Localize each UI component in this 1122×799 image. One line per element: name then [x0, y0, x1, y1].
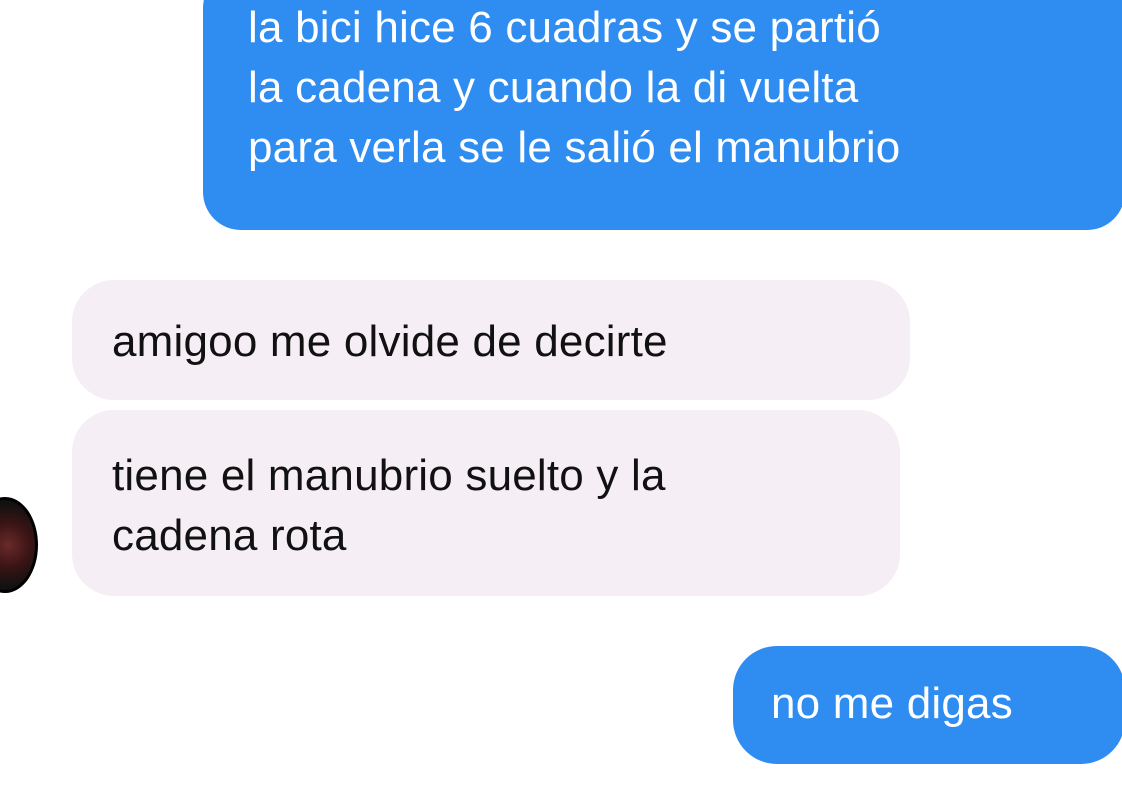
- outgoing-message-bubble[interactable]: la bici hice 6 cuadras y se partió la ca…: [203, 0, 1122, 230]
- message-thread: la bici hice 6 cuadras y se partió la ca…: [0, 0, 1122, 799]
- incoming-message-bubble[interactable]: amigoo me olvide de decirte: [72, 280, 910, 400]
- outgoing-message-bubble[interactable]: no me digas: [733, 646, 1122, 764]
- incoming-message-bubble[interactable]: tiene el manubrio suelto y la cadena rot…: [72, 410, 900, 596]
- contact-avatar[interactable]: [0, 497, 38, 593]
